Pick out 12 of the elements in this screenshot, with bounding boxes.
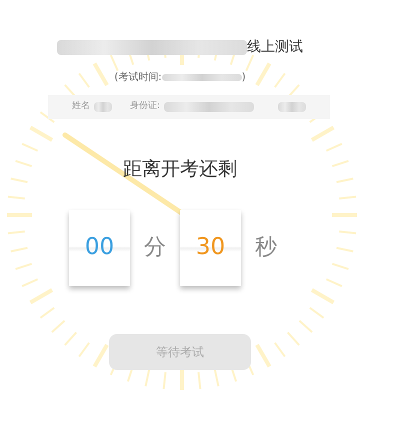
time-unit: 分 [144,234,166,262]
exam-time-label: (考试时间: [114,70,162,85]
redacted-text [278,102,306,112]
exam-title: 线上测试 [247,38,303,57]
countdown-digits: 30 [196,233,226,262]
time-unit: 秒 [255,234,277,262]
id-label: 身份证: [130,100,160,114]
countdown-heading: 距离开考还剩 [123,157,237,182]
countdown-digits: 00 [84,233,114,262]
name-label: 姓名 [72,100,90,114]
exam-time-close: ) [242,71,246,85]
redacted-text [94,102,112,112]
